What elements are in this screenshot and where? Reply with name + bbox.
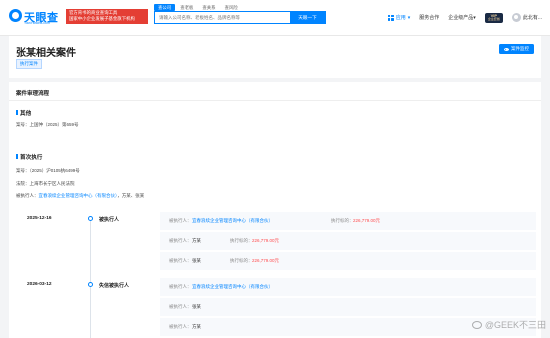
case-type-tag: 执行案件 xyxy=(16,59,42,69)
other-case-no: 案号：上国仲（2025）第659号 xyxy=(16,122,79,127)
other-title: 其他 xyxy=(16,109,31,117)
row-value-link[interactable]: 宜春浪续企业管理咨询中心（有限合伙） xyxy=(192,284,273,290)
vip-badge[interactable]: VIP 企业套餐 xyxy=(484,12,503,23)
timeline-dot xyxy=(88,216,93,221)
apps-grid-icon xyxy=(387,14,394,21)
tab-company[interactable]: 查公司 xyxy=(154,4,176,11)
first-exec-case-no: 案号：（2025）沪0105执6499号 xyxy=(16,168,80,173)
weibo-logo-icon xyxy=(471,320,482,329)
amount-label: 执行标的： xyxy=(230,238,253,243)
nav-enterprise-label: 企业级产品 xyxy=(448,15,474,21)
row-value: 张某 xyxy=(192,258,201,263)
timeline-row: 被执行人： 张某 xyxy=(160,298,536,316)
vip-sub: 企业套餐 xyxy=(487,17,500,21)
first-exec-parties: 被执行人：宜春浪续企业管理咨询中心（有限合伙），方某、张某 xyxy=(16,193,144,199)
nav-app-menu[interactable]: 应用 ▾ xyxy=(387,14,411,21)
search-box: 天眼一下 xyxy=(154,11,326,24)
user-name: 此北有... xyxy=(522,15,542,21)
nav-enterprise[interactable]: 企业级产品▾ xyxy=(448,14,476,21)
case-process-card: 案件审理流程 其他 案号：上国仲（2025）第659号 首次执行 案号：（202… xyxy=(9,82,541,338)
amount-value: 226,779.00元 xyxy=(252,258,280,263)
event-type: 失信被执行人 xyxy=(99,283,130,289)
chevron-down-icon: ▾ xyxy=(473,15,476,21)
case-monitor-button[interactable]: 案件监控 xyxy=(499,44,534,54)
section-heading: 案件审理流程 xyxy=(16,91,50,97)
tab-boss[interactable]: 查老板 xyxy=(176,4,197,11)
row-label: 被执行人： xyxy=(169,258,192,263)
page-title: 张某相关案件 xyxy=(16,48,76,59)
row-label: 被执行人： xyxy=(169,304,192,309)
top-nav: 应用 ▾ 服务合作 企业级产品▾ VIP 企业套餐 此北有... xyxy=(387,11,542,24)
nav-service[interactable]: 服务合作 xyxy=(419,14,439,21)
watermark-text: @GEEK不三田 xyxy=(484,320,546,330)
search-tabs: 查公司 查老板 查关系 查风险 xyxy=(154,4,242,11)
promo-banner[interactable]: 官方背书的商业查询工具 国家中小企业发展子基金旗下机构 xyxy=(66,9,148,24)
amount-label: 执行标的： xyxy=(331,218,354,223)
timeline-row: 被执行人： 宜春浪续企业管理咨询中心（有限合伙） 执行标的： 226,779.0… xyxy=(160,212,536,230)
search-button[interactable]: 天眼一下 xyxy=(290,12,325,23)
event-date: 2025-12-16 xyxy=(27,216,52,221)
event-date: 2026-03-12 xyxy=(27,282,52,287)
promo-line-2: 国家中小企业发展子基金旗下机构 xyxy=(69,16,135,21)
row-value-link[interactable]: 宜春浪续企业管理咨询中心（有限合伙） xyxy=(192,218,273,224)
avatar xyxy=(511,13,521,22)
timeline-row: 被执行人： 张某 执行标的： 226,779.00元 xyxy=(160,252,536,270)
timeline-line xyxy=(90,216,91,338)
tab-relation[interactable]: 查关系 xyxy=(198,4,219,11)
tab-risk[interactable]: 查风险 xyxy=(221,4,242,11)
row-label: 被执行人： xyxy=(169,324,192,329)
row-value: 方某 xyxy=(192,324,201,329)
party-company-link[interactable]: 宜春浪续企业管理咨询中心（有限合伙） xyxy=(39,193,118,198)
timeline-row: 被执行人： 宜春浪续企业管理咨询中心（有限合伙） xyxy=(160,278,536,296)
case-monitor-label: 案件监控 xyxy=(511,46,529,51)
amount-value: 226,779.00元 xyxy=(252,238,280,243)
search-input[interactable] xyxy=(155,12,291,23)
timeline-dot xyxy=(88,282,93,287)
row-label: 被执行人： xyxy=(169,218,192,223)
nav-app-label: 应用 xyxy=(395,15,406,21)
watermark: @GEEK不三田 xyxy=(471,318,546,331)
row-value: 方某 xyxy=(192,238,201,243)
logo-url: TianYancha.com xyxy=(24,21,50,25)
parties-rest: ，方某、张某 xyxy=(117,193,145,198)
amount-value: 226,779.00元 xyxy=(353,218,381,223)
parties-label: 被执行人： xyxy=(16,193,39,198)
eye-icon xyxy=(504,47,509,51)
row-value: 张某 xyxy=(192,304,201,309)
first-exec-title: 首次执行 xyxy=(16,153,42,161)
top-bar: 天眼查 TianYancha.com 官方背书的商业查询工具 国家中小企业发展子… xyxy=(0,0,550,36)
chevron-down-icon: ▾ xyxy=(407,14,411,21)
event-type: 被执行人 xyxy=(99,217,120,223)
row-label: 被执行人： xyxy=(169,238,192,243)
first-exec-court: 法院：上海市长宁区人民法院 xyxy=(16,181,75,186)
case-header-card: 张某相关案件 执行案件 案件监控 xyxy=(9,36,541,78)
user-menu[interactable]: 此北有... xyxy=(511,13,542,22)
divider xyxy=(9,100,541,101)
row-label: 被执行人： xyxy=(169,284,192,289)
tianyancha-logo[interactable]: 天眼查 TianYancha.com xyxy=(9,9,59,27)
amount-label: 执行标的： xyxy=(230,258,253,263)
timeline-row: 被执行人： 方某 执行标的： 226,779.00元 xyxy=(160,232,536,250)
eye-logo-icon xyxy=(9,9,22,22)
